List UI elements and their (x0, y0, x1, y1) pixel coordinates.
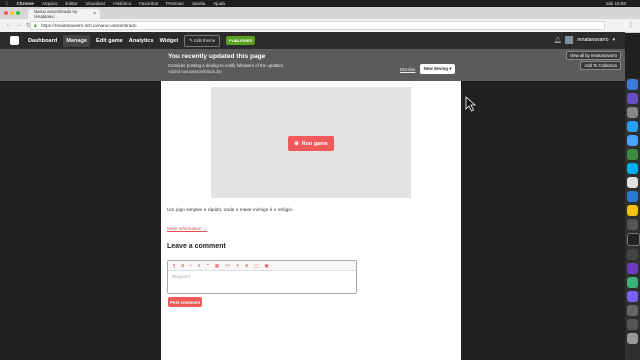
italic-icon[interactable]: I (190, 263, 191, 268)
view-all-button[interactable]: View all by renatanavarro (565, 51, 621, 60)
app-icon[interactable] (627, 319, 638, 330)
forward-icon[interactable]: → (16, 22, 22, 29)
tab-title: Naruo assombrado by renatanav... (34, 9, 78, 19)
finder-icon[interactable] (627, 79, 638, 90)
clock: sáb 16:58 (605, 1, 626, 6)
editor-toolbar: ¶ B I S ❝ ▦ <> ≡ ⊕ ▢ ▣ (168, 261, 356, 271)
vscode-icon[interactable] (627, 191, 638, 202)
comment-heading: Leave a comment (167, 243, 226, 250)
dismiss-link[interactable]: Dismiss (400, 67, 415, 72)
user-area: 🔔︎ renatanavarro ▾ (554, 36, 615, 44)
close-window-button[interactable] (4, 11, 8, 15)
quote-icon[interactable]: ❝ (206, 263, 208, 269)
link-icon[interactable]: ⊕ (245, 263, 249, 269)
play-circle-icon: ⊕ (294, 140, 299, 147)
lock-icon: 🔒︎ (34, 23, 37, 29)
game-embed: ⊕ Run game (211, 87, 411, 198)
app-icon[interactable] (627, 149, 638, 160)
menu-visualizar[interactable]: Visualizar (85, 1, 105, 6)
strike-icon[interactable]: S (198, 263, 201, 268)
game-description: Um jogo simples e rápido, onde o maior i… (167, 208, 294, 213)
menu-janela[interactable]: Janela (192, 1, 206, 6)
tab-strip: Naruo assombrado by renatanav... × (0, 7, 640, 19)
close-tab-icon[interactable]: × (93, 11, 96, 17)
mac-menubar:  Chrome Arquivo Editar Visualizar Histó… (0, 0, 640, 7)
code-icon[interactable]: <> (225, 263, 230, 268)
menu-arquivo[interactable]: Arquivo (42, 1, 58, 6)
bell-icon[interactable]: 🔔︎ (554, 37, 562, 44)
update-notice: You recently updated this page Consider … (0, 49, 625, 81)
menu-chrome[interactable]: Chrome (16, 1, 33, 6)
url-text: https://renatanavarro.itch.io/naruo-asso… (41, 23, 137, 28)
nav-dashboard[interactable]: Dashboard (28, 38, 57, 44)
unity-icon[interactable] (627, 233, 640, 246)
nav-edit-game[interactable]: Edit game (96, 38, 123, 44)
list-icon[interactable]: ≡ (236, 263, 239, 268)
address-bar[interactable]: 🔒︎ https://renatanavarro.itch.io/naruo-a… (30, 21, 605, 30)
nav-manage[interactable]: Manage (63, 34, 91, 47)
post-comment-button[interactable]: Post comment (168, 297, 202, 307)
itch-header: Dashboard Manage Edit game Analytics Wid… (0, 32, 625, 49)
minimize-window-button[interactable] (10, 11, 14, 15)
embed-icon[interactable]: ▢ (254, 263, 258, 269)
username[interactable]: renatanavarro (577, 37, 608, 43)
menu-editar[interactable]: Editar (65, 1, 77, 6)
app-icon[interactable] (627, 277, 638, 288)
media-icon[interactable]: ▣ (265, 263, 269, 269)
edit-theme-label: Edit theme (194, 37, 216, 43)
window-controls (4, 11, 20, 15)
paragraph-icon[interactable]: ¶ (173, 263, 175, 268)
game-page: ⊕ Run game Um jogo simples e rápido, ond… (161, 81, 461, 360)
chevron-down-icon[interactable]: ▾ (612, 37, 615, 43)
nav-widget[interactable]: Widget (160, 38, 179, 44)
app-icon[interactable] (627, 249, 638, 260)
skype-icon[interactable] (627, 163, 638, 174)
itch-logo[interactable] (10, 36, 19, 45)
chrome-icon[interactable] (627, 205, 638, 216)
menu-favoritos[interactable]: Favoritos (139, 1, 158, 6)
menu-pessoas[interactable]: Pessoas (166, 1, 184, 6)
zoom-window-button[interactable] (16, 11, 20, 15)
notice-line-1: Consider posting a devlog to notify foll… (168, 63, 285, 68)
trash-icon[interactable] (627, 333, 638, 344)
mouse-cursor-icon (465, 96, 477, 112)
image-icon[interactable]: ▦ (215, 263, 219, 269)
siri-icon[interactable] (627, 93, 638, 104)
mac-dock (625, 78, 640, 360)
app-icon[interactable] (627, 177, 638, 188)
menu-dots-icon[interactable]: ⋮ (628, 21, 634, 28)
menu-historico[interactable]: Histórico (113, 1, 131, 6)
edit-theme-button[interactable]: ✎ Edit theme (184, 34, 221, 47)
more-information-link[interactable]: More information → (167, 226, 207, 231)
pencil-icon: ✎ (189, 37, 193, 43)
app-icon[interactable] (627, 263, 638, 274)
bold-icon[interactable]: B (181, 263, 184, 268)
app-icon[interactable] (627, 291, 638, 302)
comment-placeholder: Required (172, 274, 190, 279)
itch-nav: Dashboard Manage Edit game Analytics Wid… (28, 32, 256, 49)
browser-tab[interactable]: Naruo assombrado by renatanav... × (28, 9, 100, 19)
published-badge: PUBLISHED (226, 36, 256, 45)
avatar[interactable] (565, 36, 574, 44)
apple-icon[interactable]:  (5, 1, 8, 6)
notice-title: You recently updated this page (168, 53, 266, 60)
comment-editor[interactable]: ¶ B I S ❝ ▦ <> ≡ ⊕ ▢ ▣ Required (167, 260, 357, 294)
run-game-label: Run game (301, 140, 328, 147)
safari-icon[interactable] (627, 121, 638, 132)
add-to-collection-button[interactable]: Add To Collection (580, 61, 621, 70)
launchpad-icon[interactable] (627, 107, 638, 118)
app-icon[interactable] (627, 219, 638, 230)
new-devlog-button[interactable]: New devlog ▾ (420, 64, 455, 74)
menu-ajuda[interactable]: Ajuda (213, 1, 225, 6)
browser-toolbar: ← → ↻ 🔒︎ https://renatanavarro.itch.io/n… (0, 19, 640, 33)
notice-line-2: Added naruoassombrado.zip (168, 69, 222, 74)
mail-icon[interactable] (627, 135, 638, 146)
nav-analytics[interactable]: Analytics (129, 38, 154, 44)
run-game-button[interactable]: ⊕ Run game (288, 136, 334, 151)
app-icon[interactable] (627, 305, 638, 316)
back-icon[interactable]: ← (6, 22, 12, 29)
